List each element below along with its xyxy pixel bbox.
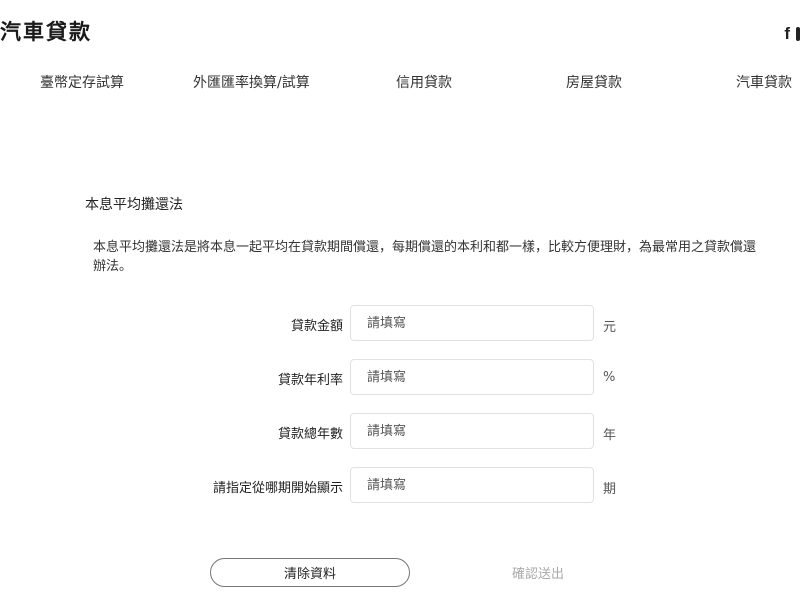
form-row-start-period: 請指定從哪期開始顯示 期 (0, 467, 800, 503)
start-period-label: 請指定從哪期開始顯示 (212, 481, 343, 496)
section-title: 本息平均攤還法 (85, 197, 183, 213)
submit-button[interactable]: 確認送出 (480, 558, 596, 587)
form-row-loan-years: 貸款總年數 年 (0, 413, 800, 449)
loan-amount-unit: 元 (603, 320, 617, 335)
nav-item-twd-deposit[interactable]: 臺幣定存試算 (40, 72, 124, 92)
page-title: 汽車貸款 (0, 20, 92, 44)
start-period-unit: 期 (603, 482, 617, 497)
interest-rate-unit: % (603, 370, 616, 385)
form-row-loan-amount: 貸款金額 元 (0, 305, 800, 341)
nav-item-car-loan[interactable]: 汽車貸款 (736, 72, 792, 92)
interest-rate-input[interactable] (350, 359, 594, 395)
loan-amount-input[interactable] (350, 305, 594, 341)
main-nav: 臺幣定存試算 外匯匯率換算/試算 信用貸款 房屋貸款 汽車貸款 (0, 72, 800, 92)
start-period-input[interactable] (350, 467, 594, 503)
facebook-icon[interactable]: f (784, 24, 790, 44)
nav-item-fx-exchange[interactable]: 外匯匯率換算/試算 (193, 72, 310, 92)
loan-amount-label: 貸款金額 (290, 319, 343, 334)
loan-years-unit: 年 (603, 428, 617, 443)
clear-data-button[interactable]: 清除資料 (210, 558, 410, 587)
form-row-interest-rate: 貸款年利率 % (0, 359, 800, 395)
section-description: 本息平均攤還法是將本息一起平均在貸款期間償還，每期償還的本利和都一樣，比較方便理… (93, 240, 757, 274)
nav-item-personal-loan[interactable]: 信用貸款 (396, 72, 452, 92)
loan-years-label: 貸款總年數 (277, 427, 343, 442)
nav-item-mortgage[interactable]: 房屋貸款 (566, 72, 622, 92)
social-links: f (784, 24, 800, 44)
interest-rate-label: 貸款年利率 (277, 373, 343, 388)
loan-years-input[interactable] (350, 413, 594, 449)
line-icon[interactable] (796, 27, 800, 41)
